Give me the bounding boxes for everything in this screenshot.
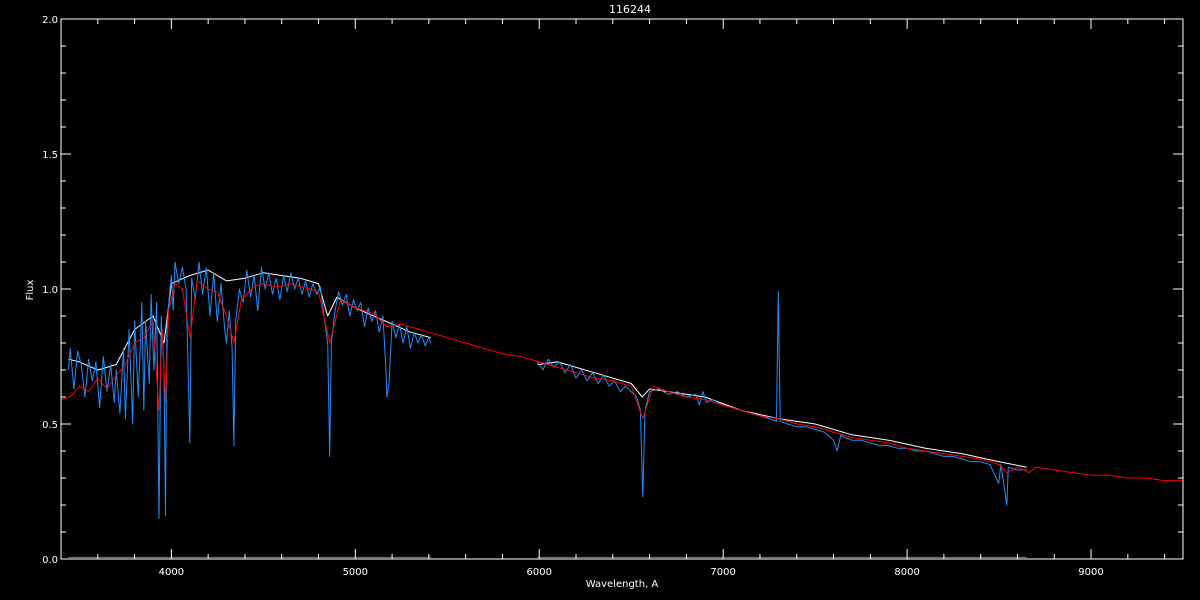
chart-title: 116244 <box>609 3 651 16</box>
x-tick-label: 8000 <box>894 567 919 578</box>
y-tick-label: 0.5 <box>42 420 58 431</box>
x-axis-label: Wavelength, A <box>586 579 659 590</box>
x-tick-label: 4000 <box>159 567 184 578</box>
chart-background <box>0 0 1200 600</box>
x-tick-label: 9000 <box>1078 567 1103 578</box>
y-axis-label: Flux <box>25 280 36 301</box>
y-tick-label: 2.0 <box>42 15 58 26</box>
x-tick-label: 6000 <box>527 567 552 578</box>
spectrum-chart: 116244 Wavelength, A Flux 4000 5000 6000 70… <box>0 0 1200 600</box>
y-tick-label: 1.0 <box>42 285 58 296</box>
y-tick-label: 1.5 <box>42 150 58 161</box>
x-tick-label: 5000 <box>343 567 368 578</box>
x-tick-label: 7000 <box>710 567 735 578</box>
y-tick-label: 0.0 <box>42 555 58 566</box>
